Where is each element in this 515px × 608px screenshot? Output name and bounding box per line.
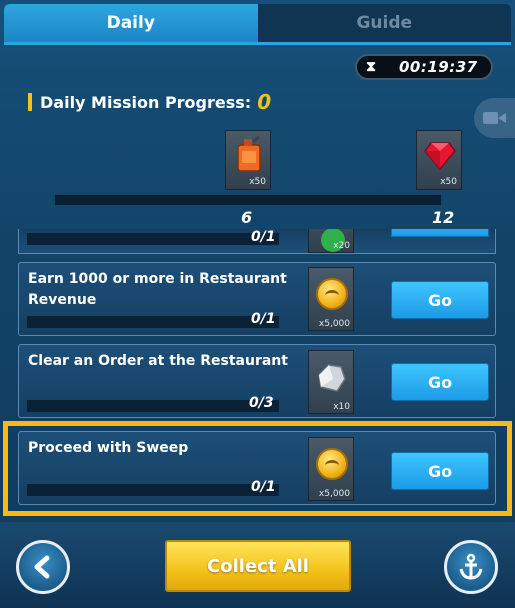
daily-progress-bar — [55, 195, 441, 205]
stone-icon — [318, 364, 346, 392]
mission-count: 0/3 — [249, 395, 274, 411]
fuel-can-icon — [237, 136, 261, 172]
ruby-icon — [424, 142, 456, 171]
reward-qty: x50 — [249, 177, 266, 187]
mission-progress-bar — [27, 484, 279, 496]
mission-progress-bar — [27, 316, 279, 328]
tab-bar: Daily Guide — [4, 4, 511, 42]
mission-item: Earn 1000 or more in Restaurant Revenue … — [18, 262, 496, 336]
timer-value: 00:19:37 — [399, 58, 478, 76]
mission-title: Clear an Order at the Restaurant — [28, 353, 288, 369]
reward-qty: x50 — [440, 177, 457, 187]
milestone-reward-2[interactable]: x50 — [416, 130, 462, 190]
daily-mission-window: Daily Guide ⧗ 00:19:37 Daily Mission Pro… — [0, 0, 515, 608]
reward-qty: x20 — [333, 241, 350, 251]
go-button[interactable]: Go — [391, 363, 489, 401]
mission-item: Proceed with Sweep 0/1 x5,000 Go — [18, 431, 496, 505]
go-button[interactable] — [391, 229, 489, 237]
mission-item-partial: 0/1 x20 — [18, 229, 496, 254]
gold-coin-icon — [316, 278, 348, 310]
anchor-button[interactable] — [444, 540, 498, 594]
back-button[interactable] — [16, 540, 70, 594]
mission-reward[interactable]: x20 — [308, 229, 354, 253]
tab-underline — [4, 42, 511, 45]
mission-reward[interactable]: x5,000 — [308, 267, 354, 331]
reward-qty: x5,000 — [318, 319, 350, 329]
accent-bar — [28, 93, 32, 111]
anchor-icon — [459, 553, 483, 580]
go-button[interactable]: Go — [391, 281, 489, 319]
mission-reward[interactable]: x5,000 — [308, 437, 354, 501]
go-button[interactable]: Go — [391, 452, 489, 490]
video-camera-icon[interactable] — [474, 98, 515, 138]
chevron-left-icon — [34, 555, 50, 579]
mission-progress-bar — [27, 233, 279, 245]
collect-all-button[interactable]: Collect All — [165, 540, 351, 592]
mission-count: 0/1 — [251, 311, 276, 327]
gold-coin-icon — [316, 448, 348, 480]
mission-title: Earn 1000 or more in Restaurant Revenue — [28, 271, 287, 308]
hourglass-icon: ⧗ — [366, 59, 376, 75]
daily-progress-header: Daily Mission Progress: 0 — [28, 90, 271, 114]
mission-progress-bar — [27, 400, 279, 412]
daily-progress-value: 0 — [257, 90, 272, 114]
daily-progress-label: Daily Mission Progress: — [40, 92, 252, 112]
mission-title: Proceed with Sweep — [28, 440, 189, 456]
tab-daily[interactable]: Daily — [4, 4, 258, 42]
milestone-reward-1[interactable]: x50 — [225, 130, 271, 190]
countdown-timer: ⧗ 00:19:37 — [355, 54, 493, 80]
mission-count: 0/1 — [251, 479, 276, 495]
reward-qty: x10 — [333, 402, 350, 412]
tab-guide[interactable]: Guide — [257, 4, 511, 42]
milestone-label-2: 12 — [432, 208, 455, 227]
mission-item: Clear an Order at the Restaurant 0/3 x10… — [18, 344, 496, 418]
milestone-label-1: 6 — [241, 208, 253, 227]
reward-qty: x5,000 — [318, 489, 350, 499]
mission-reward[interactable]: x10 — [308, 350, 354, 414]
mission-count: 0/1 — [251, 229, 276, 245]
